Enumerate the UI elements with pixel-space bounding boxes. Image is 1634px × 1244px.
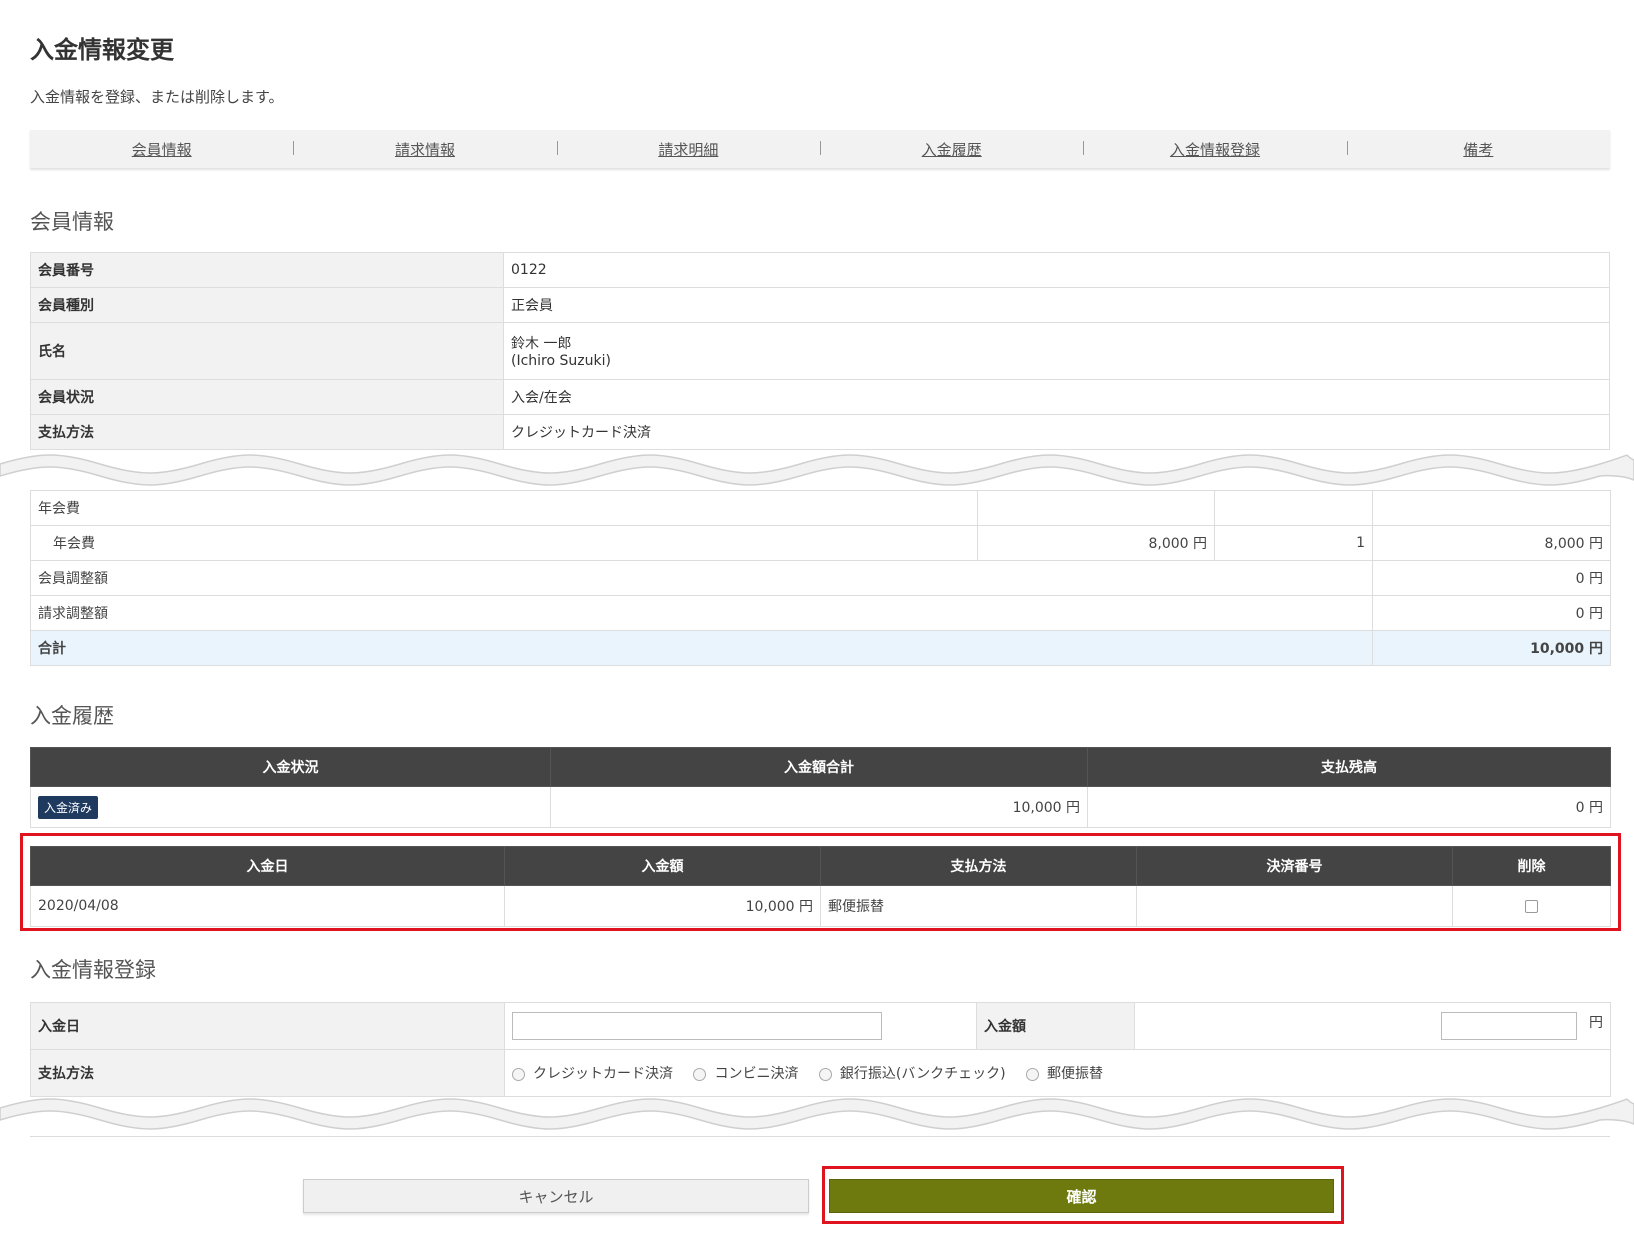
member-name-ja: 鈴木 一郎 <box>511 336 572 352</box>
bill-adjust-amount: 0 円 <box>1372 595 1611 631</box>
date-label: 入金日 <box>30 1002 505 1050</box>
amount-label: 入金額 <box>976 1002 1135 1050</box>
table-row: 入金済み 10,000 円 0 円 <box>30 786 1611 828</box>
nav-link-billing-info[interactable]: 請求情報 <box>293 139 556 160</box>
column-header: 入金状況 <box>30 747 551 787</box>
table-row: 請求調整額 0 円 <box>30 595 1611 631</box>
nav-link-payment-history[interactable]: 入金履歴 <box>819 139 1083 160</box>
billing-item-qty: 1 <box>1214 525 1373 561</box>
row-label: 氏名 <box>30 322 504 380</box>
table-row: 年会費 <box>30 490 1611 526</box>
column-header: 入金日 <box>30 846 505 886</box>
table-row: 会員調整額 0 円 <box>30 560 1611 596</box>
radio-button[interactable] <box>1025 1067 1039 1081</box>
payment-detail-table: 入金日 入金額 支払方法 決済番号 削除 2020/04/08 10,000 円… <box>30 846 1611 927</box>
nav-link-payment-registration[interactable]: 入金情報登録 <box>1083 139 1346 160</box>
payment-total: 10,000 円 <box>550 786 1088 828</box>
row-label: 支払方法 <box>30 414 504 450</box>
payment-summary-table: 入金状況 入金額合計 支払残高 入金済み 10,000 円 0 円 <box>30 747 1611 828</box>
table-bottom-border <box>30 1136 1610 1137</box>
column-header: 決済番号 <box>1136 846 1453 886</box>
billing-item-unit-price: 8,000 円 <box>977 525 1215 561</box>
column-header: 入金額 <box>504 846 821 886</box>
payment-date: 2020/04/08 <box>30 885 505 927</box>
bill-adjust-label: 請求調整額 <box>30 595 1373 631</box>
confirm-button[interactable]: 確認 <box>829 1179 1334 1213</box>
omission-wave <box>0 454 1634 486</box>
billing-detail-table: 年会費 年会費 8,000 円 1 8,000 円 会員調整額 0 円 請求調整… <box>30 490 1611 666</box>
table-row: 会員状況 入会/在会 <box>30 379 1610 415</box>
delete-checkbox[interactable] <box>1525 899 1538 913</box>
total-label: 合計 <box>30 630 1373 666</box>
page-description: 入金情報を登録、または削除します。 <box>30 88 284 106</box>
radio-option-convenience-store[interactable]: コンビニ決済 <box>693 1066 798 1082</box>
member-name-en: (Ichiro Suzuki) <box>511 353 611 369</box>
page-title: 入金情報変更 <box>30 36 174 64</box>
radio-button[interactable] <box>818 1067 832 1081</box>
column-header: 支払方法 <box>820 846 1137 886</box>
table-header-row: 入金状況 入金額合計 支払残高 <box>30 747 1611 787</box>
nav-link-notes[interactable]: 備考 <box>1346 139 1610 160</box>
omission-wave <box>0 1098 1634 1130</box>
radio-option-bank-transfer[interactable]: 銀行振込(バンクチェック) <box>818 1066 1006 1082</box>
section-nav: 会員情報 請求情報 請求明細 入金履歴 入金情報登録 備考 <box>30 130 1610 168</box>
total-amount: 10,000 円 <box>1372 630 1611 666</box>
payment-method: 郵便振替 <box>820 885 1137 927</box>
billing-item-name: 年会費 <box>30 525 978 561</box>
row-label: 会員番号 <box>30 252 504 288</box>
payment-amount: 10,000 円 <box>504 885 821 927</box>
row-label: 会員状況 <box>30 379 504 415</box>
member-adjust-label: 会員調整額 <box>30 560 1373 596</box>
table-header-row: 入金日 入金額 支払方法 決済番号 削除 <box>30 846 1611 886</box>
radio-option-postal-transfer[interactable]: 郵便振替 <box>1025 1066 1103 1082</box>
payment-amount-input[interactable] <box>1440 1012 1577 1040</box>
radio-button[interactable] <box>512 1067 525 1081</box>
payment-date-input[interactable] <box>512 1012 882 1040</box>
radio-button[interactable] <box>693 1067 707 1081</box>
table-row: 入金日 入金額 円 <box>30 1002 1611 1050</box>
table-row: 支払方法 クレジットカード決済 <box>30 414 1610 450</box>
billing-group-label: 年会費 <box>30 490 978 526</box>
member-info-title: 会員情報 <box>30 210 114 234</box>
table-row: 会員番号 0122 <box>30 252 1610 288</box>
member-adjust-amount: 0 円 <box>1372 560 1611 596</box>
cancel-button[interactable]: キャンセル <box>303 1179 809 1213</box>
table-row: 年会費 8,000 円 1 8,000 円 <box>30 525 1611 561</box>
member-type: 正会員 <box>503 287 1610 323</box>
nav-link-member-info[interactable]: 会員情報 <box>30 139 293 160</box>
column-header: 削除 <box>1452 846 1611 886</box>
table-row: 合計 10,000 円 <box>30 630 1611 666</box>
payment-registration-form: 入金日 入金額 円 支払方法 クレジットカード決済 コンビニ決済 銀行振込(バン… <box>30 1002 1611 1097</box>
table-row: 2020/04/08 10,000 円 郵便振替 <box>30 885 1611 927</box>
column-header: 入金額合計 <box>550 747 1088 787</box>
member-info-table: 会員番号 0122 会員種別 正会員 氏名 鈴木 一郎 (Ichiro Suzu… <box>30 252 1610 450</box>
member-payment-method: クレジットカード決済 <box>503 414 1610 450</box>
member-number: 0122 <box>503 252 1610 288</box>
payment-number <box>1136 885 1453 927</box>
member-name: 鈴木 一郎 (Ichiro Suzuki) <box>503 322 1610 380</box>
radio-option-credit-card[interactable]: クレジットカード決済 <box>512 1066 673 1082</box>
column-header: 支払残高 <box>1087 747 1611 787</box>
table-row: 会員種別 正会員 <box>30 287 1610 323</box>
payment-history-title: 入金履歴 <box>30 704 114 728</box>
payment-balance: 0 円 <box>1087 786 1611 828</box>
row-label: 会員種別 <box>30 287 504 323</box>
amount-unit: 円 <box>1589 1015 1603 1031</box>
table-row: 氏名 鈴木 一郎 (Ichiro Suzuki) <box>30 322 1610 380</box>
nav-link-billing-details[interactable]: 請求明細 <box>556 139 820 160</box>
status-badge: 入金済み <box>38 795 99 819</box>
payment-registration-title: 入金情報登録 <box>30 958 156 982</box>
member-status: 入会/在会 <box>503 379 1610 415</box>
billing-item-amount: 8,000 円 <box>1372 525 1611 561</box>
